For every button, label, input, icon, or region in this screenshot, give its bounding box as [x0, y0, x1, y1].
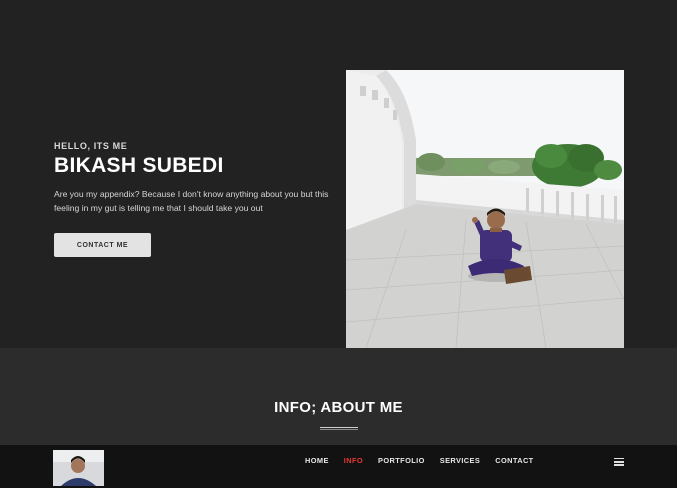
menu-line — [614, 461, 624, 463]
hamburger-menu-icon[interactable] — [614, 458, 624, 466]
nav-link-info[interactable]: INFO — [344, 456, 363, 465]
profile-photo-illustration — [346, 70, 624, 348]
info-section: INFO; ABOUT ME — [0, 348, 677, 445]
menu-line — [614, 458, 624, 460]
nav-link-contact[interactable]: CONTACT — [495, 456, 533, 465]
title-underline — [320, 427, 358, 430]
nav-link-home[interactable]: HOME — [305, 456, 329, 465]
menu-line — [614, 464, 624, 466]
nav-link-portfolio[interactable]: PORTFOLIO — [378, 456, 425, 465]
avatar[interactable] — [53, 450, 104, 486]
avatar-photo — [53, 450, 104, 486]
info-title: INFO; ABOUT ME — [274, 399, 403, 416]
hero-name: BIKASH SUBEDI — [54, 154, 224, 177]
nav-links: HOME INFO PORTFOLIO SERVICES CONTACT — [305, 456, 549, 465]
navbar: HOME INFO PORTFOLIO SERVICES CONTACT — [0, 445, 677, 488]
hero-greeting: HELLO, ITS ME — [54, 141, 128, 151]
profile-photo — [346, 70, 624, 348]
contact-me-button[interactable]: CONTACT ME — [54, 233, 151, 257]
hero-section: HELLO, ITS ME BIKASH SUBEDI Are you my a… — [0, 0, 677, 348]
nav-link-services[interactable]: SERVICES — [440, 456, 480, 465]
hero-tagline: Are you my appendix? Because I don't kno… — [54, 189, 329, 213]
page: HELLO, ITS ME BIKASH SUBEDI Are you my a… — [0, 0, 677, 488]
hero-text: HELLO, ITS ME BIKASH SUBEDI Are you my a… — [54, 140, 346, 215]
